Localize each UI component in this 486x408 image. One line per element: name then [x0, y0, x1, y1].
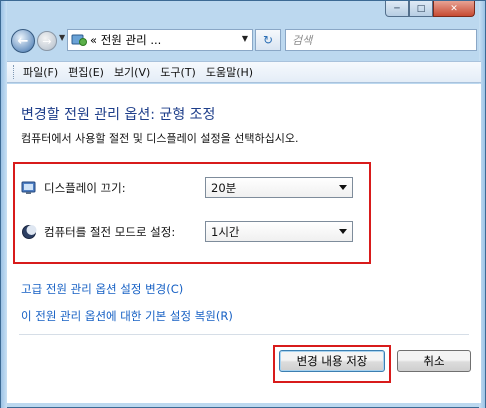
search-input[interactable]	[292, 33, 452, 47]
sleep-value: 1시간	[211, 224, 240, 239]
menu-tools[interactable]: 도구(T)	[155, 64, 201, 80]
minimize-button[interactable]: ─	[385, 1, 409, 17]
address-dropdown[interactable]: ▼	[242, 34, 248, 43]
menu-bar: 파일(F) 편집(E) 보기(V) 도구(T) 도움말(H)	[7, 61, 481, 83]
display-off-text: 디스플레이 끄기:	[44, 181, 126, 195]
arrow-right-icon: →	[42, 34, 52, 48]
maximize-icon: □	[416, 3, 426, 14]
content-pane: 변경할 전원 관리 옵션: 균형 조정 컴퓨터에서 사용할 절전 및 디스플레이…	[7, 84, 481, 403]
refresh-icon: ↻	[262, 33, 274, 47]
arrow-left-icon: ←	[17, 33, 29, 49]
moon-icon	[21, 224, 37, 240]
chevron-down-icon	[339, 229, 347, 234]
navigation-bar: ← → ▼ « 전원 관리 ... ▼ ↻	[7, 23, 481, 57]
close-icon: ✕	[450, 3, 458, 14]
menu-grip	[13, 65, 16, 79]
address-bar[interactable]: « 전원 관리 ... ▼	[67, 29, 253, 51]
caption-buttons: ─ □ ✕	[385, 1, 475, 17]
restore-defaults-link[interactable]: 이 전원 관리 옵션에 대한 기본 설정 복원(R)	[21, 308, 233, 324]
minimize-icon: ─	[394, 3, 400, 14]
display-off-label: 디스플레이 끄기:	[21, 180, 126, 196]
page-title: 변경할 전원 관리 옵션: 균형 조정	[21, 107, 216, 123]
advanced-settings-link[interactable]: 고급 전원 관리 옵션 설정 변경(C)	[21, 281, 183, 297]
display-icon	[21, 180, 37, 196]
menu-edit[interactable]: 편집(E)	[63, 64, 109, 80]
close-button[interactable]: ✕	[433, 1, 475, 17]
address-text: « 전원 관리 ...	[90, 33, 162, 47]
cancel-button[interactable]: 취소	[397, 350, 471, 372]
divider	[19, 334, 469, 335]
recent-pages-dropdown[interactable]: ▼	[59, 33, 65, 42]
menu-view[interactable]: 보기(V)	[109, 64, 155, 80]
page-subtitle: 컴퓨터에서 사용할 절전 및 디스플레이 설정을 선택하십시오.	[21, 132, 299, 145]
save-button[interactable]: 변경 내용 저장	[279, 350, 385, 372]
display-off-select[interactable]: 20분	[205, 177, 353, 198]
sleep-label: 컴퓨터를 절전 모드로 설정:	[21, 224, 175, 240]
back-button[interactable]: ←	[11, 29, 35, 53]
refresh-button[interactable]: ↻	[255, 29, 281, 51]
search-field[interactable]	[285, 29, 477, 51]
control-panel-icon	[71, 33, 87, 47]
display-off-value: 20분	[211, 180, 237, 195]
forward-button[interactable]: →	[37, 31, 57, 51]
maximize-button[interactable]: □	[409, 1, 433, 17]
chevron-down-icon	[339, 185, 347, 190]
window-frame: ─ □ ✕ ← → ▼ « 전원 관리 ... ▼ ↻ 파일(F) 편집(E) …	[0, 0, 486, 408]
menu-help[interactable]: 도움말(H)	[201, 64, 258, 80]
menu-file[interactable]: 파일(F)	[18, 64, 63, 80]
sleep-text: 컴퓨터를 절전 모드로 설정:	[44, 225, 176, 239]
sleep-select[interactable]: 1시간	[205, 221, 353, 242]
